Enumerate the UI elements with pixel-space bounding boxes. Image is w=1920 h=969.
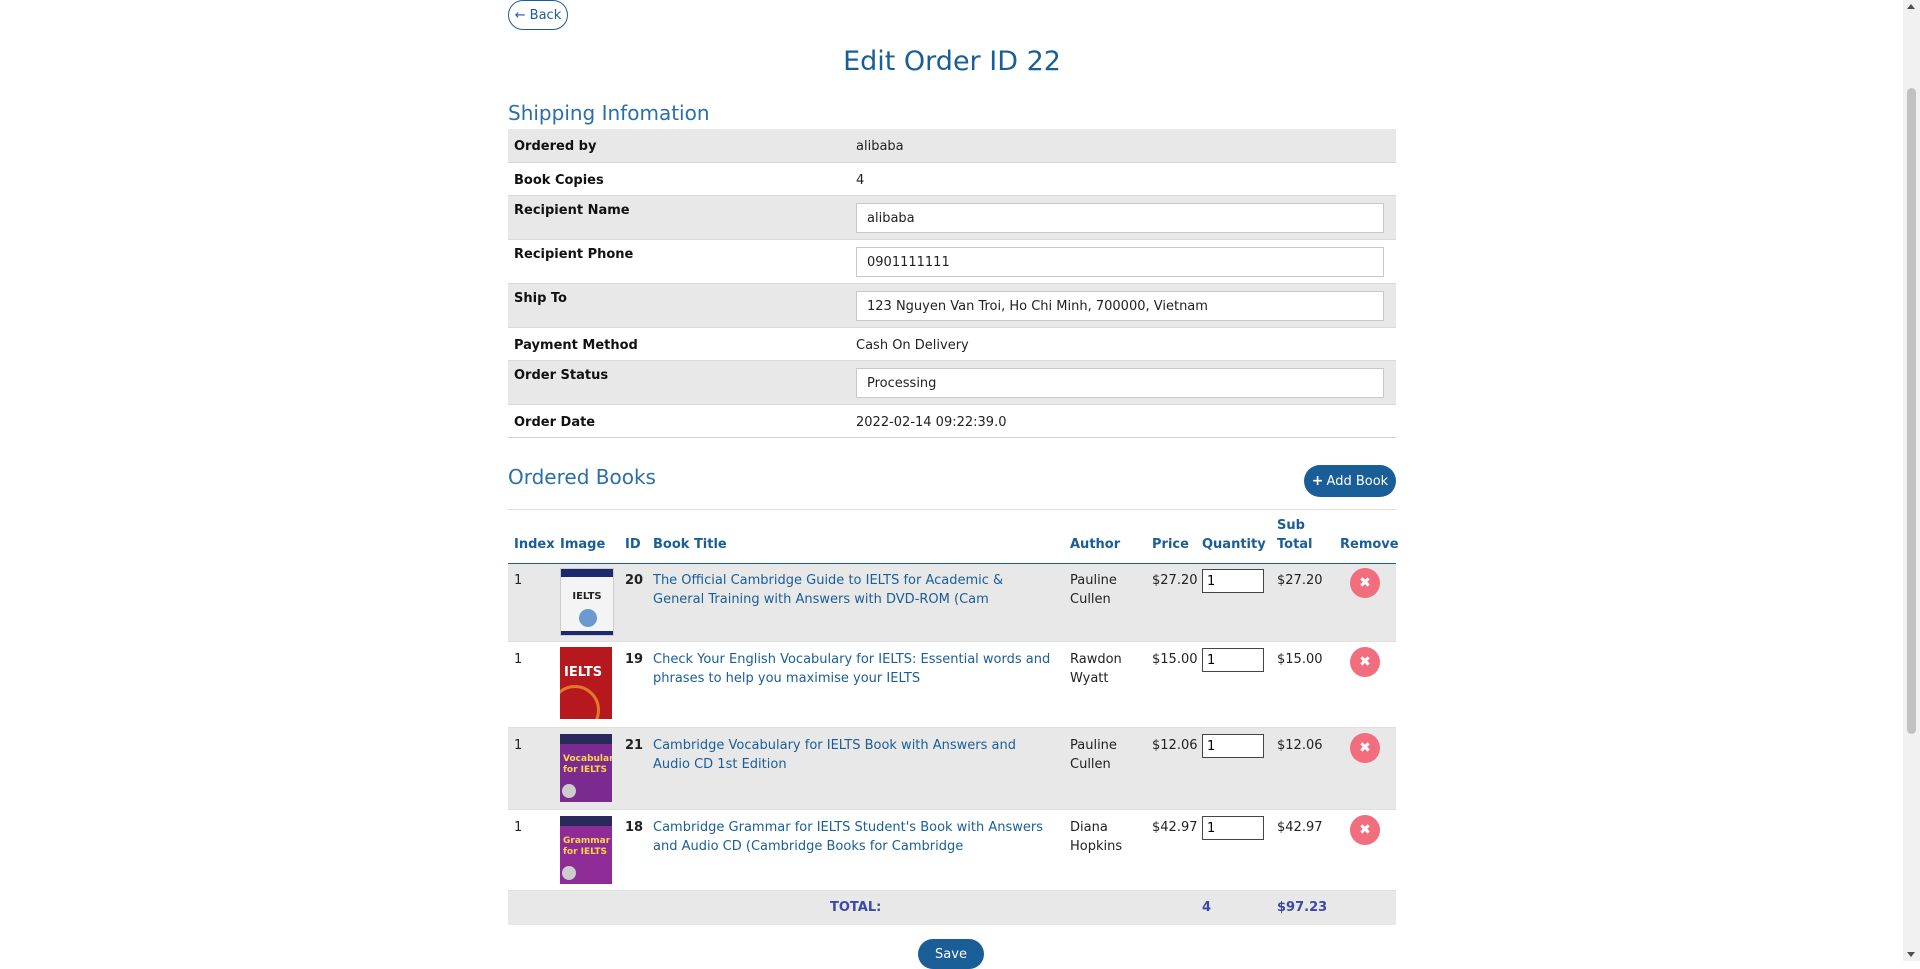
- col-subtotal-line1: Sub: [1277, 518, 1305, 533]
- book-cover-image: IELTS: [560, 568, 614, 636]
- ordered-books-section-title: Ordered Books: [508, 465, 656, 489]
- order-status-input[interactable]: [856, 368, 1384, 398]
- col-quantity: Quantity: [1202, 537, 1266, 552]
- row-ordered-by: Ordered by alibaba: [508, 129, 1396, 163]
- recipient-phone-input[interactable]: [856, 247, 1384, 277]
- save-button[interactable]: Save: [918, 939, 984, 969]
- scroll-down-icon[interactable]: [1907, 952, 1915, 957]
- book-subtotal: $42.97: [1277, 820, 1323, 835]
- ship-to-input[interactable]: [856, 291, 1384, 321]
- col-author: Author: [1070, 537, 1121, 552]
- ordered-by-label: Ordered by: [514, 139, 597, 154]
- shipping-section-title: Shipping Infomation: [508, 101, 710, 125]
- remove-book-button[interactable]: ✖: [1350, 733, 1380, 763]
- row-ship-to: Ship To: [508, 284, 1396, 328]
- book-cover-image: Vocabulary for IELTS: [560, 734, 612, 802]
- row-order-date: Order Date 2022-02-14 09:22:39.0: [508, 405, 1396, 438]
- order-date-label: Order Date: [514, 415, 596, 430]
- page-title: Edit Order ID 22: [843, 46, 1061, 77]
- quantity-input[interactable]: [1202, 816, 1264, 840]
- ship-to-label: Ship To: [514, 291, 567, 306]
- book-cover-image: Grammar for IELTS: [560, 816, 612, 884]
- book-cover-image: IELTS: [560, 647, 612, 719]
- table-row: 1 IELTS 20 The Official Cambridge Guide …: [508, 564, 1396, 642]
- total-label: TOTAL:: [830, 900, 882, 915]
- col-index: Index: [514, 537, 555, 552]
- book-id: 21: [625, 738, 644, 753]
- page-scrollbar[interactable]: [1903, 0, 1920, 961]
- col-price: Price: [1152, 537, 1189, 552]
- book-author: Pauline Cullen: [1070, 738, 1117, 772]
- book-subtotal: $15.00: [1277, 652, 1323, 667]
- scroll-up-icon[interactable]: [1907, 4, 1915, 9]
- total-amount: $97.23: [1277, 900, 1328, 915]
- quantity-input[interactable]: [1202, 734, 1264, 758]
- row-recipient-phone: Recipient Phone: [508, 240, 1396, 284]
- row-index: 1: [514, 652, 523, 667]
- book-title-link[interactable]: Cambridge Grammar for IELTS Student's Bo…: [653, 818, 1053, 856]
- back-button[interactable]: ← Back: [508, 0, 568, 30]
- order-status-label: Order Status: [514, 368, 609, 383]
- row-book-copies: Book Copies 4: [508, 163, 1396, 196]
- remove-book-button[interactable]: ✖: [1350, 568, 1380, 598]
- row-index: 1: [514, 820, 523, 835]
- quantity-input[interactable]: [1202, 648, 1264, 672]
- payment-method-value: Cash On Delivery: [856, 338, 969, 353]
- close-icon: ✖: [1359, 740, 1371, 756]
- close-icon: ✖: [1359, 654, 1371, 670]
- col-image: Image: [560, 537, 606, 552]
- remove-book-button[interactable]: ✖: [1350, 647, 1380, 677]
- remove-book-button[interactable]: ✖: [1350, 815, 1380, 845]
- book-id: 18: [625, 820, 644, 835]
- row-payment-method: Payment Method Cash On Delivery: [508, 328, 1396, 361]
- book-title-link[interactable]: Check Your English Vocabulary for IELTS:…: [653, 650, 1053, 688]
- total-quantity: 4: [1202, 900, 1212, 915]
- add-book-label: Add Book: [1326, 473, 1389, 489]
- table-row: 1 Vocabulary for IELTS 21 Cambridge Voca…: [508, 728, 1396, 810]
- shipping-info-table: Ordered by alibaba Book Copies 4 Recipie…: [508, 129, 1396, 438]
- add-book-button[interactable]: + Add Book: [1304, 465, 1396, 497]
- book-subtotal: $12.06: [1277, 738, 1323, 753]
- recipient-name-label: Recipient Name: [514, 203, 630, 218]
- book-copies-label: Book Copies: [514, 173, 604, 188]
- table-row: 1 IELTS 19 Check Your English Vocabulary…: [508, 642, 1396, 728]
- table-row: 1 Grammar for IELTS 18 Cambridge Grammar…: [508, 810, 1396, 891]
- row-index: 1: [514, 738, 523, 753]
- row-index: 1: [514, 573, 523, 588]
- col-title: Book Title: [653, 537, 727, 552]
- book-price: $12.06: [1152, 738, 1198, 753]
- book-title-link[interactable]: Cambridge Vocabulary for IELTS Book with…: [653, 736, 1053, 774]
- close-icon: ✖: [1359, 575, 1371, 591]
- row-recipient-name: Recipient Name: [508, 196, 1396, 240]
- recipient-name-input[interactable]: [856, 203, 1384, 233]
- col-id: ID: [625, 537, 641, 552]
- recipient-phone-label: Recipient Phone: [514, 247, 634, 262]
- col-subtotal-line2: Total: [1277, 537, 1313, 552]
- book-subtotal: $27.20: [1277, 573, 1323, 588]
- quantity-input[interactable]: [1202, 569, 1264, 593]
- section-divider: [508, 509, 1396, 510]
- book-price: $15.00: [1152, 652, 1198, 667]
- book-title-link[interactable]: The Official Cambridge Guide to IELTS fo…: [653, 571, 1053, 609]
- scrollbar-thumb[interactable]: [1907, 88, 1916, 734]
- book-price: $42.97: [1152, 820, 1198, 835]
- book-author: Rawdon Wyatt: [1070, 652, 1122, 686]
- ordered-by-value: alibaba: [856, 139, 904, 154]
- back-label: Back: [529, 7, 562, 23]
- payment-method-label: Payment Method: [514, 338, 638, 353]
- arrow-left-icon: ←: [514, 7, 526, 23]
- col-remove: Remove: [1340, 537, 1399, 552]
- order-date-value: 2022-02-14 09:22:39.0: [856, 415, 1007, 430]
- book-author: Diana Hopkins: [1070, 820, 1123, 854]
- book-price: $27.20: [1152, 573, 1198, 588]
- close-icon: ✖: [1359, 822, 1371, 838]
- row-order-status: Order Status: [508, 361, 1396, 405]
- books-table-header: Index Image ID Book Title Author Price Q…: [508, 515, 1399, 565]
- total-row: TOTAL: 4 $97.23: [508, 891, 1396, 925]
- book-id: 20: [625, 573, 644, 588]
- book-author: Pauline Cullen: [1070, 573, 1117, 607]
- book-copies-value: 4: [856, 173, 865, 188]
- plus-icon: +: [1311, 473, 1324, 489]
- book-id: 19: [625, 652, 644, 667]
